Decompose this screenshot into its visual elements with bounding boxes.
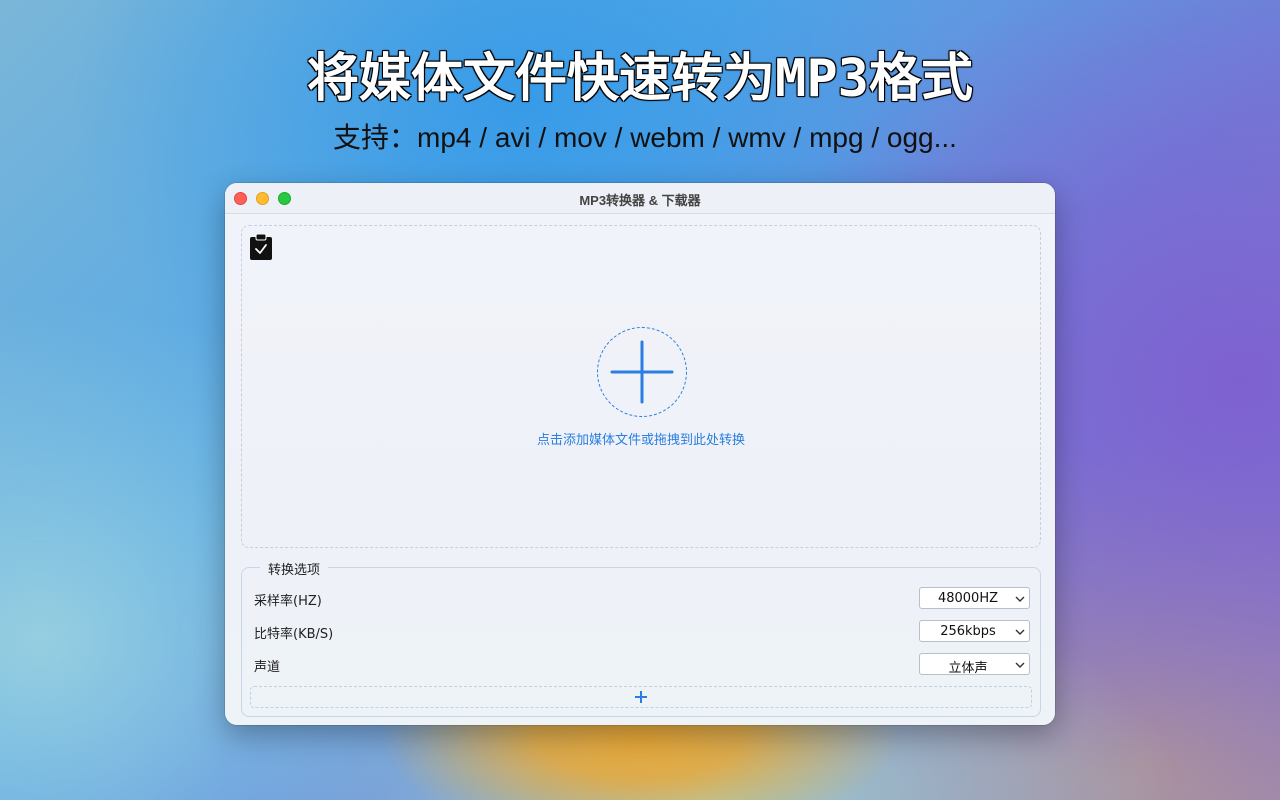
sample-rate-value: 48000HZ (937, 591, 999, 606)
chevron-down-icon (1015, 629, 1025, 635)
window-title: MP3转换器 & 下载器 (579, 193, 701, 208)
bit-rate-select[interactable]: 256kbps (919, 620, 1030, 642)
add-option-button[interactable] (250, 686, 1032, 708)
add-file-button[interactable] (597, 327, 687, 417)
promo-headline: 将媒体文件快速转为MP3格式 (307, 49, 973, 109)
plus-icon (610, 340, 673, 403)
channel-select[interactable]: 立体声 (919, 653, 1030, 676)
sample-rate-select[interactable]: 48000HZ (919, 587, 1030, 609)
channel-label: 声道 (254, 660, 281, 675)
bit-rate-row: 比特率(KB/S) 256kbps (254, 620, 1030, 642)
chevron-down-icon (1015, 596, 1025, 602)
options-legend: 转换选项 (260, 559, 329, 578)
channel-value: 立体声 (948, 661, 988, 676)
bit-rate-value: 256kbps (940, 624, 996, 639)
title-bar: MP3转换器 & 下载器 (225, 183, 1055, 214)
clipboard-check-icon[interactable] (250, 234, 272, 260)
drop-hint-text: 点击添加媒体文件或拖拽到此处转换 (536, 433, 745, 448)
chevron-down-icon (1015, 662, 1025, 668)
channel-row: 声道 立体声 (254, 653, 1030, 676)
promo-subline: 支持：mp4 / avi / mov / webm / wmv / mpg / … (333, 122, 957, 153)
conversion-options: 转换选项 采样率(HZ) 48000HZ 比特率(KB/S) 256kbps 声… (241, 559, 1041, 717)
bit-rate-label: 比特率(KB/S) (254, 627, 334, 642)
sample-rate-row: 采样率(HZ) 48000HZ (254, 587, 1030, 609)
drop-zone[interactable]: 点击添加媒体文件或拖拽到此处转换 (241, 225, 1041, 548)
plus-icon (635, 691, 647, 703)
app-window: MP3转换器 & 下载器 点击添加媒体文件或拖拽到此处转换 转换选项 采样率(H… (225, 183, 1055, 725)
sample-rate-label: 采样率(HZ) (254, 594, 322, 609)
